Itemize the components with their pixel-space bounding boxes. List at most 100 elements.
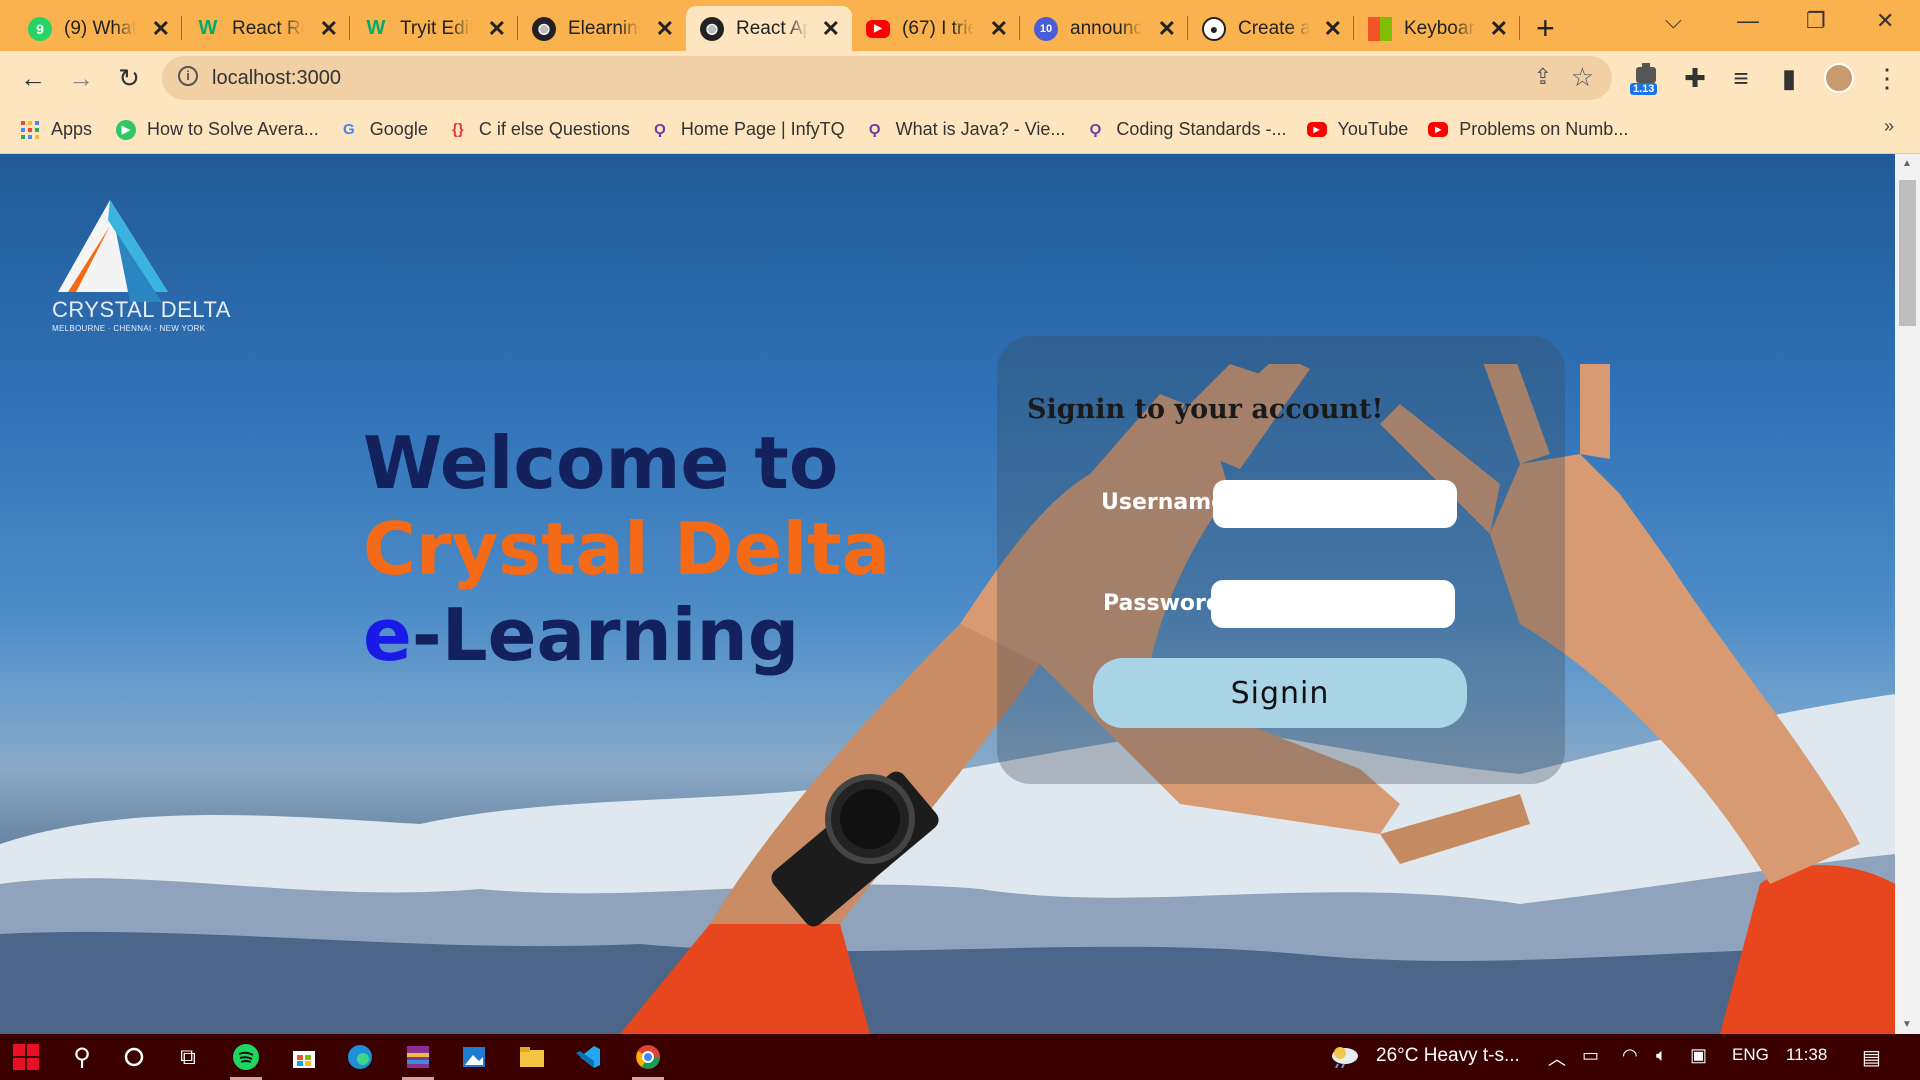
minimize-icon[interactable]: — (1737, 8, 1759, 34)
menu-kebab-icon[interactable]: ⋮ (1870, 61, 1904, 95)
reload-icon[interactable]: ↻ (112, 61, 146, 95)
edge-browser-icon[interactable] (344, 1041, 376, 1073)
show-hidden-icons-chevron-icon[interactable]: ︿ (1548, 1045, 1566, 1071)
tab-label: React Router (232, 17, 304, 39)
tab-whatsapp[interactable]: 9 (9) WhatsApp ✕ (14, 6, 182, 51)
cortana-icon[interactable] (118, 1041, 150, 1073)
forward-arrow-icon[interactable]: → (64, 61, 98, 95)
new-tab-plus-icon[interactable]: + (1536, 10, 1555, 47)
spotify-icon[interactable] (230, 1041, 262, 1080)
infytq-icon: Ϙ (1089, 121, 1102, 138)
weather-icon[interactable] (1330, 1042, 1360, 1074)
tab-github-create[interactable]: ● Create a ✕ (1188, 6, 1354, 51)
search-icon[interactable]: ⚲ (66, 1041, 98, 1073)
tab-elearning[interactable]: ◍ Elearning ✕ (518, 6, 686, 51)
bookmark-hackerrank[interactable]: ▶ How to Solve Avera... (116, 119, 319, 140)
close-icon[interactable]: ✕ (822, 16, 840, 42)
extensions-puzzle-icon[interactable]: ✚ (1678, 61, 1712, 95)
browser-toolbar: ← → ↻ i localhost:3000 ⇪ ☆ 1.13 ✚ ≡ ▮ ⋮ (0, 51, 1920, 106)
close-icon[interactable]: ✕ (152, 16, 170, 42)
media-control-icon[interactable]: ≡ (1724, 61, 1758, 95)
page-scrollbar[interactable]: ▲ ▼ (1895, 154, 1920, 1034)
tab-search-chevron-icon[interactable]: ⌵ (1665, 8, 1682, 34)
share-icon[interactable]: ⇪ (1534, 64, 1552, 90)
windows-taskbar: ⚲ ⧉ 26°C Heavy t-s... ︿ ▭ ◠ 🔈︎ ▣ ENG 11:… (0, 1034, 1920, 1080)
bookmark-label: YouTube (1337, 119, 1409, 139)
bookmark-youtube[interactable]: ▶ YouTube (1306, 119, 1409, 140)
scroll-up-icon[interactable]: ▲ (1902, 158, 1912, 169)
hackerrank-icon: ▶ (116, 119, 137, 140)
bookmark-label: Coding Standards -... (1116, 119, 1287, 139)
microsoft-icon (1368, 16, 1392, 41)
volume-icon[interactable]: 🔈︎ (1656, 1045, 1667, 1066)
globe-icon: ◍ (700, 16, 724, 41)
youtube-icon: ▶ (866, 19, 890, 38)
bookmark-coding-standards[interactable]: Ϙ Coding Standards -... (1085, 119, 1287, 140)
bookmarks-overflow-chevron-icon[interactable]: » (1884, 116, 1894, 137)
tab-react-app[interactable]: ◍ React App ✕ (686, 6, 852, 51)
bookmark-label: Apps (51, 119, 93, 139)
bookmark-apps[interactable]: Apps (20, 119, 92, 140)
scroll-down-icon[interactable]: ▼ (1902, 1019, 1912, 1030)
bookmark-problems-on-numbers[interactable]: ▶ Problems on Numb... (1428, 119, 1628, 140)
profile-avatar[interactable] (1824, 63, 1854, 93)
language-indicator[interactable]: ENG (1732, 1045, 1769, 1065)
close-icon[interactable]: ✕ (488, 16, 506, 42)
bookmark-infytq-home[interactable]: Ϙ Home Page | InfyTQ (650, 119, 845, 140)
photos-icon[interactable] (458, 1041, 490, 1073)
username-input[interactable] (1213, 480, 1457, 528)
bookmark-label: C if else Questions (478, 119, 630, 139)
side-panel-icon[interactable]: ▮ (1772, 61, 1806, 95)
password-input[interactable] (1211, 580, 1455, 628)
address-bar[interactable]: i localhost:3000 ⇪ ☆ (162, 56, 1612, 100)
site-info-icon[interactable]: i (178, 66, 198, 86)
extension-timer-icon[interactable]: 1.13 (1630, 61, 1664, 95)
close-icon[interactable]: ✕ (320, 16, 338, 42)
welcome-line-2: Crystal Delta (363, 507, 891, 591)
close-icon[interactable]: ✕ (990, 16, 1008, 42)
bookmark-google[interactable]: G Google (339, 119, 428, 140)
chrome-icon[interactable] (632, 1041, 664, 1080)
tab-youtube[interactable]: ▶ (67) I tried ✕ (852, 6, 1020, 51)
google-icon: G (342, 121, 355, 138)
battery-icon[interactable]: ▭ (1582, 1045, 1599, 1066)
braces-icon: {} (452, 121, 464, 138)
microsoft-store-icon[interactable] (288, 1041, 320, 1073)
close-icon[interactable]: ✕ (1324, 16, 1342, 42)
close-icon[interactable]: ✕ (1158, 16, 1176, 42)
weather-text[interactable]: 26°C Heavy t-s... (1376, 1045, 1520, 1067)
vscode-icon[interactable] (572, 1041, 604, 1073)
restore-icon[interactable]: ❐ (1806, 8, 1826, 34)
url-text[interactable]: localhost:3000 (212, 67, 341, 90)
infytq-icon: Ϙ (654, 121, 666, 138)
back-arrow-icon[interactable]: ← (16, 61, 50, 95)
login-page: CRYSTAL DELTA MELBOURNE · CHENNAI · NEW … (0, 154, 1895, 1034)
bookmark-c-if-else[interactable]: {} C if else Questions (448, 119, 630, 140)
tab-keyboard[interactable]: Keyboard ✕ (1354, 6, 1520, 51)
signin-button[interactable]: Signin (1093, 658, 1467, 728)
github-icon: ● (1202, 16, 1226, 41)
clock-time[interactable]: 11:38 (1786, 1045, 1827, 1065)
tab-tryit-editor[interactable]: W Tryit Editor ✕ (350, 6, 518, 51)
window-close-icon[interactable]: ✕ (1876, 8, 1894, 34)
wifi-icon[interactable]: ◠ (1622, 1045, 1638, 1066)
tab-react-router[interactable]: W React Router ✕ (182, 6, 350, 51)
apps-grid-icon (20, 120, 40, 140)
tab-label: Tryit Editor (400, 17, 472, 39)
winrar-icon[interactable] (402, 1041, 434, 1080)
bookmark-star-icon[interactable]: ☆ (1571, 62, 1594, 93)
close-icon[interactable]: ✕ (1490, 16, 1508, 42)
tab-label: Keyboard (1404, 17, 1476, 39)
bookmark-what-is-java[interactable]: Ϙ What is Java? - Vie... (865, 119, 1066, 140)
task-view-icon[interactable]: ⧉ (172, 1041, 204, 1073)
signin-title: Signin to your account! (1027, 394, 1384, 425)
tab-announce[interactable]: 10 announce ✕ (1020, 6, 1188, 51)
file-explorer-icon[interactable] (516, 1041, 548, 1073)
scrollbar-thumb[interactable] (1899, 180, 1916, 326)
tab-label: Create a (1238, 17, 1310, 39)
windows-start-icon[interactable] (10, 1041, 42, 1073)
close-icon[interactable]: ✕ (656, 16, 674, 42)
notifications-icon[interactable]: ▤ (1862, 1045, 1881, 1070)
display-icon[interactable]: ▣ (1690, 1045, 1707, 1066)
tab-strip: 9 (9) WhatsApp ✕ W React Router ✕ W Tryi… (0, 0, 1920, 51)
